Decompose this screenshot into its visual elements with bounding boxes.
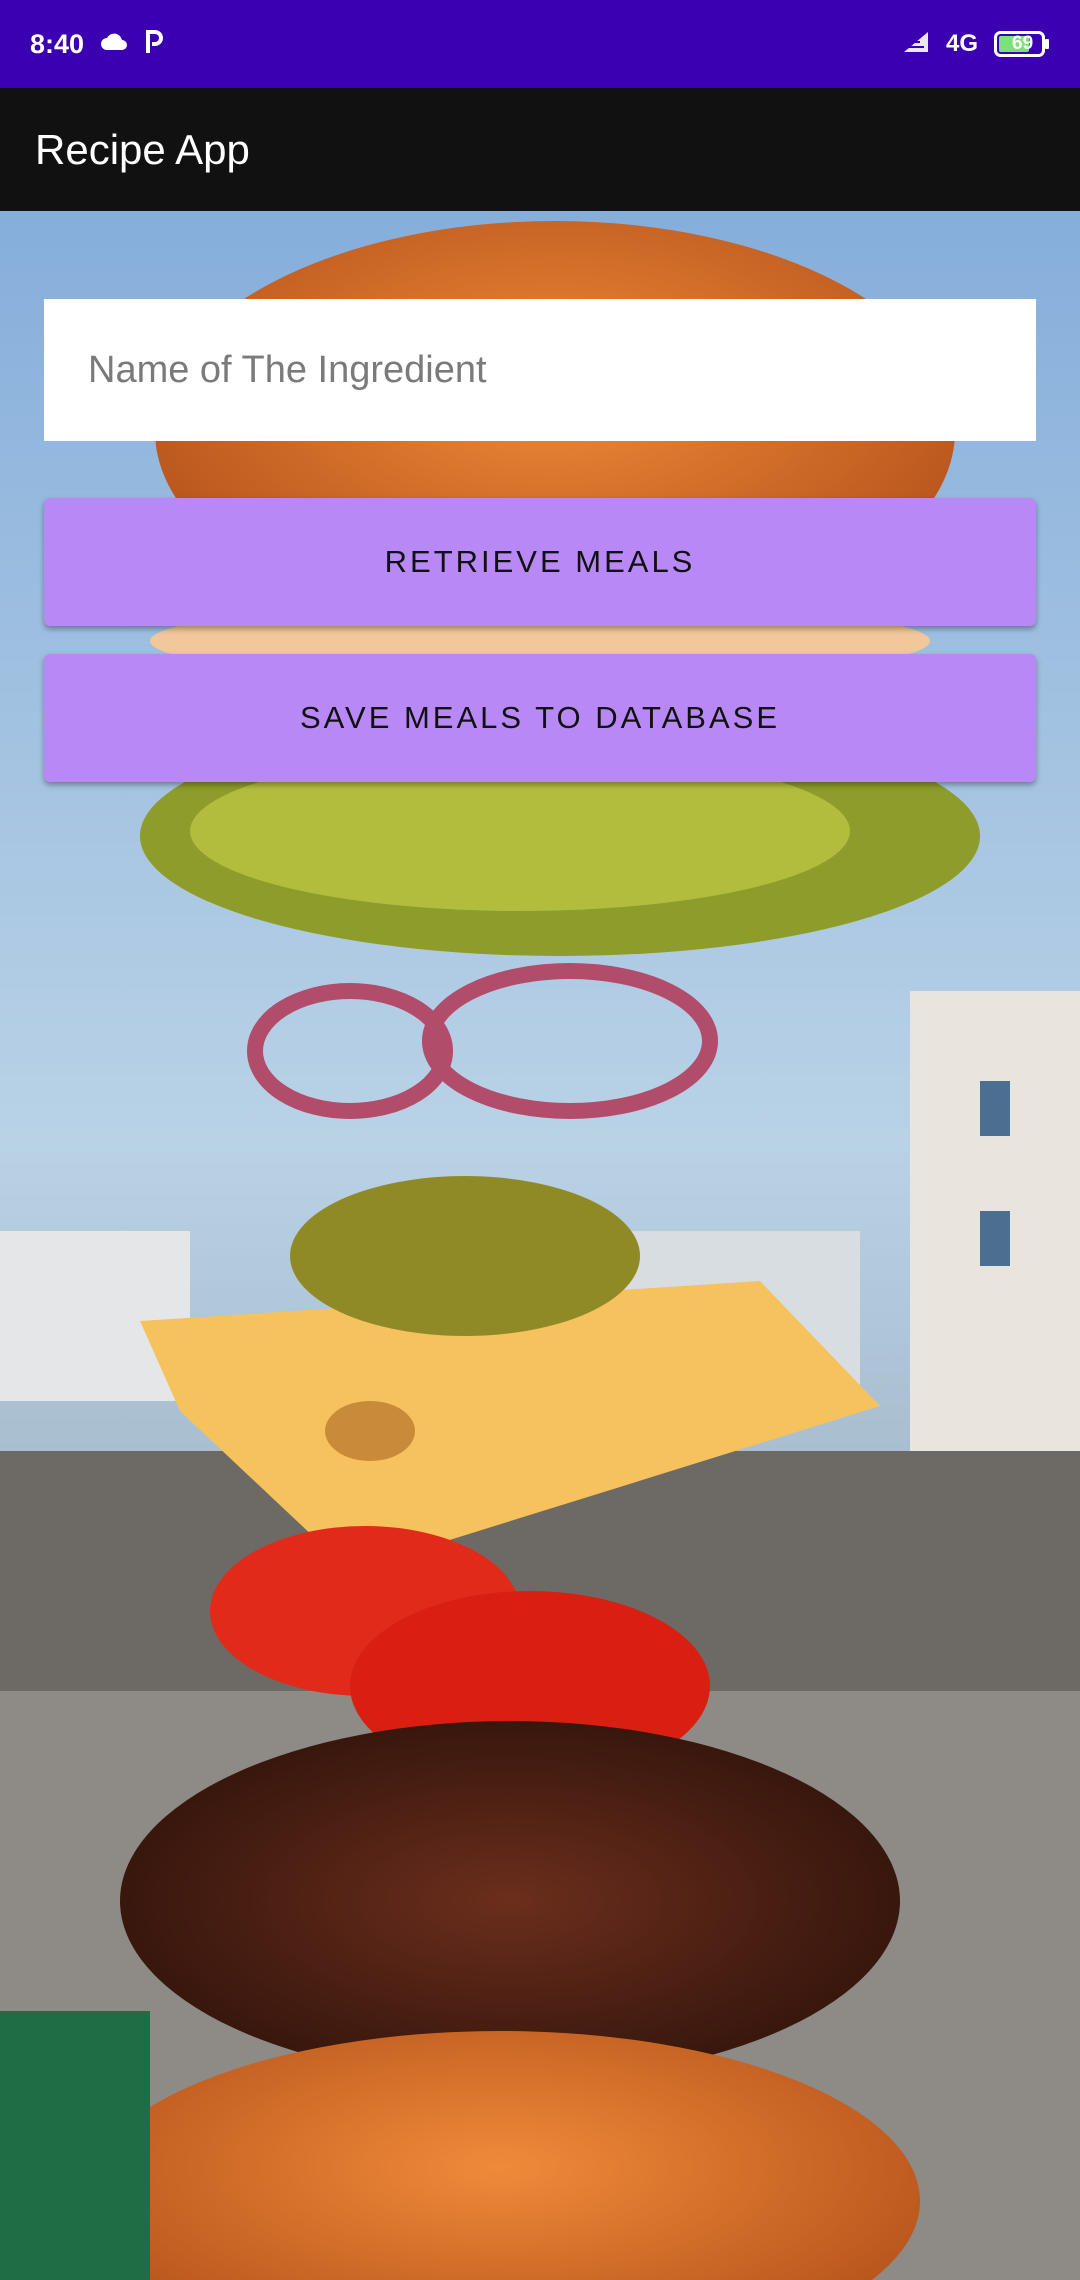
battery-icon: 69 [994,31,1050,57]
main-content: RETRIEVE MEALS SAVE MEALS TO DATABASE [0,211,1080,2280]
app-bar: Recipe App [0,88,1080,211]
ingredient-input[interactable] [44,299,1036,441]
network-type: 4G [945,30,978,57]
cloud-icon [100,33,128,56]
battery-level: 69 [1012,33,1034,54]
parking-icon [144,29,164,60]
status-right: 4G 69 [902,30,1050,59]
save-meals-button[interactable]: SAVE MEALS TO DATABASE [44,654,1036,782]
signal-icon [902,30,930,59]
retrieve-meals-button[interactable]: RETRIEVE MEALS [44,498,1036,626]
app-title: Recipe App [35,125,250,173]
status-left: 8:40 [30,29,164,60]
status-bar: 8:40 4G 69 [0,0,1080,88]
status-time: 8:40 [30,28,85,59]
